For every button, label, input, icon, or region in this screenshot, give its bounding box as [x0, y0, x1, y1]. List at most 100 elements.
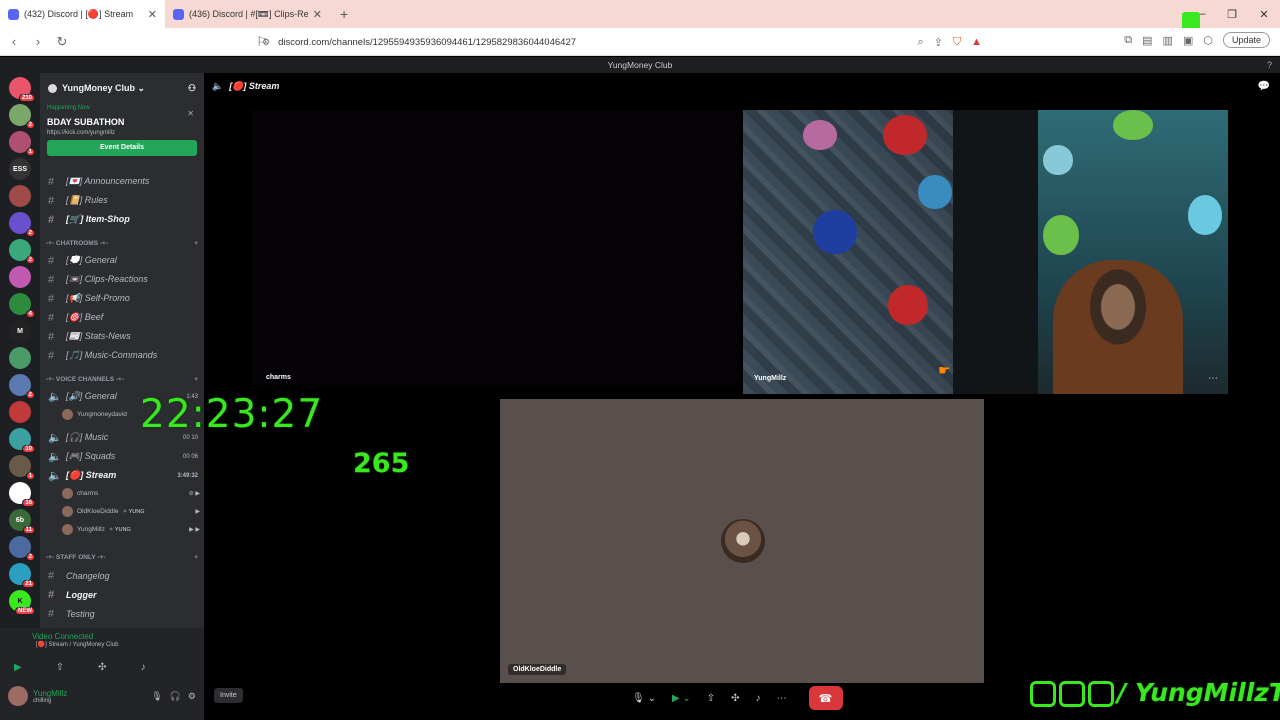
add-channel-icon[interactable]: +	[194, 554, 198, 561]
server-icon[interactable]: 10	[9, 428, 35, 453]
video-tile-yungmillz[interactable]: YungMillz ⋯	[743, 110, 1228, 394]
server-icon[interactable]	[9, 401, 31, 423]
camera-icon[interactable]: ▶	[14, 662, 22, 673]
add-channel-icon[interactable]: +	[194, 376, 198, 383]
server-icon[interactable]: 1	[9, 131, 35, 156]
category-voice[interactable]: -+- VOICE CHANNELS -+- +	[46, 376, 198, 383]
help-icon[interactable]: ?	[1267, 57, 1272, 73]
server-icon[interactable]: 2	[9, 536, 35, 561]
voice-location[interactable]: [🔴] Stream / YungMoney Club	[10, 641, 198, 648]
wallet-icon[interactable]: ▣	[1183, 34, 1193, 47]
brave-rewards-icon[interactable]: ▲	[971, 36, 982, 49]
browser-tab-clips[interactable]: (436) Discord | #[📼] Clips-Reactions ✕	[165, 0, 330, 28]
close-event-icon[interactable]: ✕	[187, 109, 194, 118]
activities-icon[interactable]: ✣	[98, 662, 106, 673]
channel-label: [🛒] Item-Shop	[66, 214, 130, 224]
close-tab-icon[interactable]: ✕	[148, 8, 157, 21]
channel-beef[interactable]: # [🎯] Beef	[48, 309, 198, 326]
event-details-button[interactable]: Event Details	[47, 140, 197, 156]
reader-icon[interactable]: ▤	[1142, 34, 1152, 47]
chat-icon[interactable]: 💬	[1258, 81, 1270, 92]
brave-shield-icon[interactable]: ⛉	[953, 36, 961, 49]
server-icon[interactable]: 210	[9, 77, 35, 102]
disconnect-button[interactable]: ☎	[808, 686, 843, 710]
maximize-icon[interactable]: ❐	[1216, 8, 1248, 21]
server-icon[interactable]: 21	[9, 563, 35, 588]
invite-button[interactable]: Invite	[214, 688, 243, 703]
channel-item-shop[interactable]: # [🛒] Item-Shop	[48, 211, 198, 228]
channel-logger[interactable]: # Logger	[48, 586, 198, 603]
soundboard-icon[interactable]: ♪	[140, 662, 145, 673]
voice-channel-squads[interactable]: 🔈 [🎮] Squads 00 06	[48, 448, 198, 465]
zoom-icon[interactable]: ⌕	[917, 36, 923, 49]
address-bar[interactable]: ⚙ discord.com/channels/12955949359360944…	[262, 31, 982, 53]
server-icon[interactable]: K NEW	[9, 590, 35, 615]
browser-tab-stream[interactable]: (432) Discord | [🔴] Stream ✕	[0, 0, 165, 28]
server-icon[interactable]: 16	[9, 482, 35, 507]
more-icon[interactable]: ⋯	[777, 693, 787, 704]
more-options-icon[interactable]: ⋯	[1208, 373, 1218, 384]
sidebar-icon[interactable]: ▥	[1163, 34, 1173, 47]
discord-title-strip: YungMoney Club ?	[0, 57, 1280, 73]
voice-member[interactable]: YungMillz ✧ YUNG ▶ ▶	[62, 524, 200, 535]
headphones-icon[interactable]: 🎧	[170, 691, 181, 702]
channel-stats-news[interactable]: # [📰] Stats-News	[48, 328, 198, 345]
server-icon[interactable]: ESS	[9, 158, 31, 180]
server-icon[interactable]: 6b 11	[9, 509, 35, 534]
server-icon[interactable]: M	[9, 320, 31, 342]
microphone-icon[interactable]: 🎙	[151, 691, 162, 702]
server-icon[interactable]: 2	[9, 374, 35, 399]
update-button[interactable]: Update	[1222, 32, 1270, 48]
voice-connection: Video Connected [🔴] Stream / YungMoney C…	[10, 632, 198, 648]
server-icon[interactable]: 2	[9, 239, 35, 264]
channel-self-promo[interactable]: # [📢] Self-Promo	[48, 290, 198, 307]
category-chatrooms[interactable]: -+- CHATROOMS -+- +	[46, 240, 198, 247]
server-header[interactable]: YungMoney Club ⌄ ⚇	[40, 73, 204, 103]
new-tab-icon[interactable]: +	[330, 6, 358, 22]
category-staff[interactable]: -+- STAFF ONLY -+- +	[46, 554, 198, 561]
vpn-icon[interactable]: ⬡	[1203, 34, 1213, 47]
server-icon[interactable]: 2	[9, 104, 35, 129]
speaker-icon: 🔈	[48, 470, 62, 482]
settings-icon[interactable]: ⚙	[188, 691, 196, 702]
screenshare-icon[interactable]: ⇧	[56, 662, 64, 673]
forward-icon[interactable]: ›	[28, 34, 48, 49]
server-icon[interactable]: 4	[9, 293, 35, 318]
event-link[interactable]: https://kick.com/yungmillz	[47, 130, 197, 136]
site-info-icon[interactable]: ⚙	[262, 37, 270, 48]
channel-announcements[interactable]: # [💌] Announcements	[48, 173, 198, 190]
soundboard-icon[interactable]: ♪	[756, 693, 761, 704]
video-tile-charms[interactable]: charms	[252, 110, 738, 385]
server-icon[interactable]	[9, 185, 31, 207]
channel-testing[interactable]: # Testing	[48, 605, 198, 622]
balloon-image	[888, 285, 928, 325]
microphone-icon[interactable]: 🎙 ⌄	[632, 693, 656, 704]
extensions-icon[interactable]: ⧉	[1124, 34, 1132, 47]
close-tab-icon[interactable]: ✕	[313, 8, 322, 21]
current-user[interactable]: YungMillz chilling 🎙 🎧 ⚙	[8, 686, 196, 706]
share-icon[interactable]: ⇪	[934, 36, 943, 49]
server-icon[interactable]: 1	[9, 455, 35, 480]
server-icon[interactable]: 2	[9, 212, 35, 237]
close-window-icon[interactable]: ✕	[1248, 8, 1280, 21]
notification-badge: 2	[25, 229, 35, 237]
screenshare-icon[interactable]: ⇧	[707, 693, 715, 704]
voice-channel-stream[interactable]: 🔈 [🔴] Stream 3:49:32	[48, 467, 198, 484]
server-icon[interactable]	[9, 266, 31, 288]
channel-rules[interactable]: # [📔] Rules	[48, 192, 198, 209]
channel-music-commands[interactable]: # [🎵] Music-Commands	[48, 347, 198, 364]
channel-changelog[interactable]: # Changelog	[48, 567, 198, 584]
reload-icon[interactable]: ↻	[52, 34, 72, 50]
channel-clips-reactions[interactable]: # [📼] Clips-Reactions	[48, 271, 198, 288]
event-banner: Happening Now BDAY SUBATHON https://kick…	[40, 103, 204, 158]
voice-member[interactable]: OldKloeDiddle ✧ YUNG ▶	[62, 506, 200, 517]
channel-general[interactable]: # [💭] General	[48, 252, 198, 269]
server-icon[interactable]	[9, 347, 31, 369]
add-channel-icon[interactable]: +	[194, 240, 198, 247]
add-member-icon[interactable]: ⚇	[188, 83, 196, 94]
activities-icon[interactable]: ✣	[731, 693, 739, 704]
camera-icon[interactable]: ▶ ⌄	[672, 693, 691, 704]
voice-member[interactable]: charms ⊘ ▶	[62, 488, 200, 499]
back-icon[interactable]: ‹	[4, 34, 24, 49]
video-tile-oldkloediddle[interactable]: OldKloeDiddle	[500, 399, 984, 683]
